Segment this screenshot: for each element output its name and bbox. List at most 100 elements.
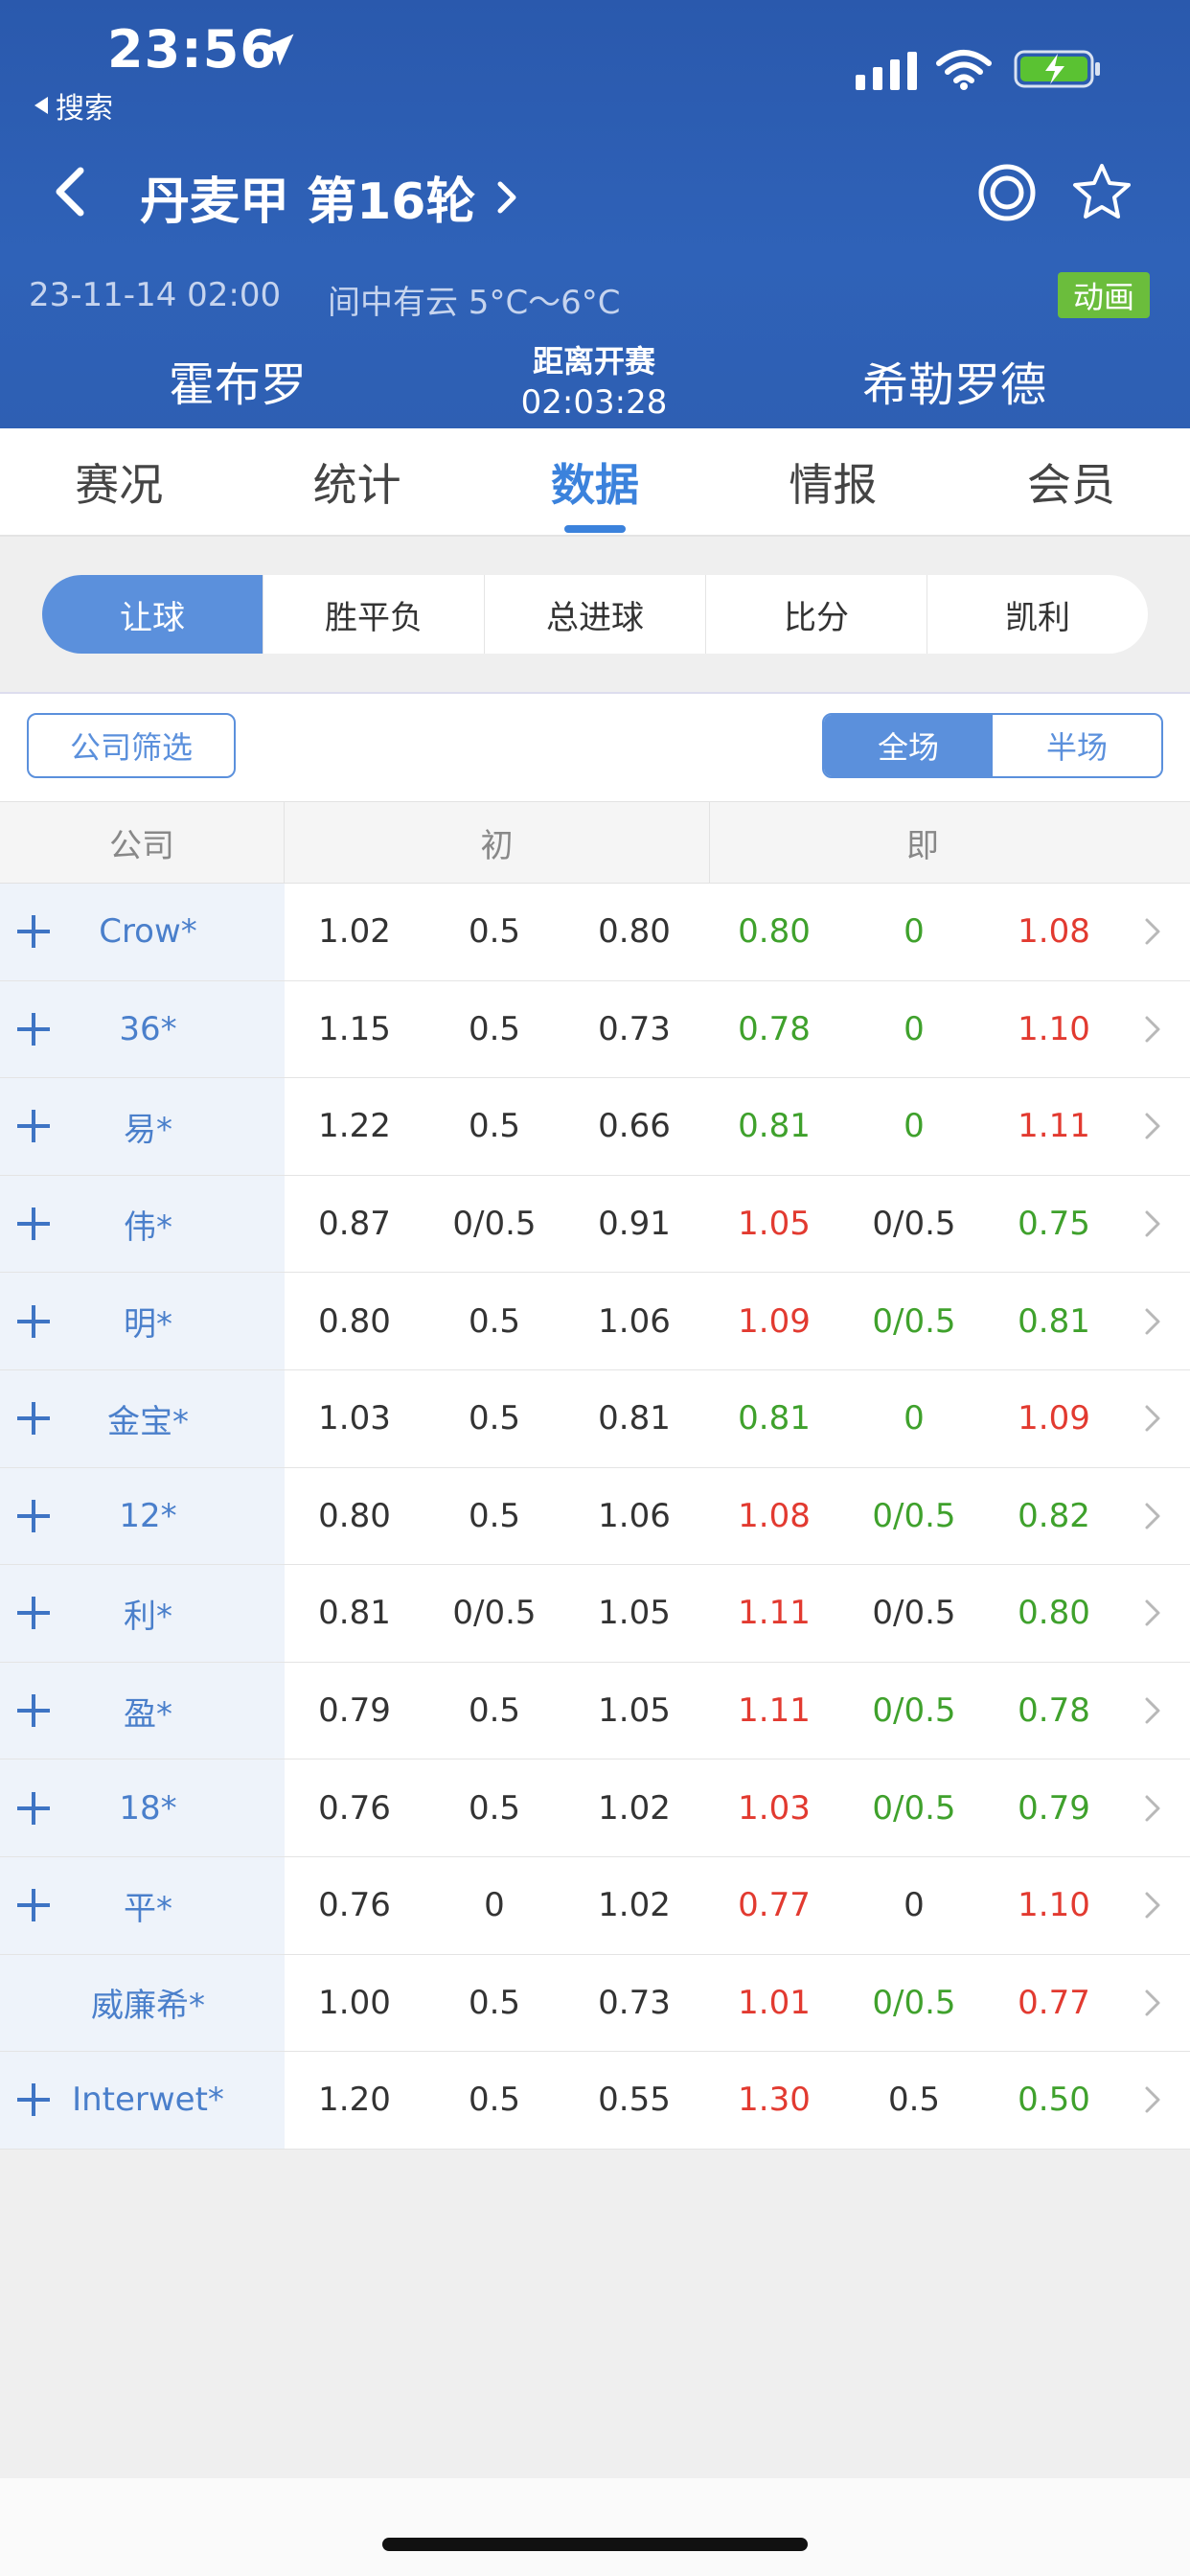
company-filter-button[interactable]: 公司筛选: [27, 713, 236, 778]
chevron-right-icon: [1145, 1892, 1160, 1919]
live-away-odds: 0.81: [1018, 1301, 1090, 1341]
location-arrow-icon: [262, 34, 294, 66]
company-cell[interactable]: Crow*: [0, 884, 285, 980]
tab-stats[interactable]: 统计: [238, 428, 475, 535]
animation-button[interactable]: 动画: [1058, 272, 1150, 318]
init-handicap: 0.5: [468, 1983, 521, 2022]
league-round-title[interactable]: 丹麦甲 第16轮: [140, 161, 521, 233]
row-detail-button[interactable]: [1124, 1302, 1181, 1341]
table-row[interactable]: 威廉希* 1.00 0.5 0.73 1.01 0/0.5 0.77: [0, 1954, 1190, 2053]
company-cell[interactable]: Interwet*: [0, 2052, 285, 2149]
live-handicap: 0: [904, 1399, 925, 1438]
chevron-right-icon: [1145, 2086, 1160, 2113]
init-away-odds: 1.06: [598, 1301, 671, 1341]
odds-cells: 0.76 0 1.02 0.77 0 1.10: [285, 1856, 1190, 1954]
weather-info: 间中有云 5°C～6°C: [328, 284, 621, 322]
company-cell[interactable]: 明*: [0, 1273, 285, 1369]
odds-cells: 1.20 0.5 0.55 1.30 0.5 0.50: [285, 2052, 1190, 2149]
live-home-odds: 0.77: [738, 1886, 811, 1925]
home-indicator[interactable]: [382, 2538, 808, 2551]
row-detail-button[interactable]: [1124, 1010, 1181, 1048]
tab-member[interactable]: 会员: [952, 428, 1190, 535]
plus-icon[interactable]: [15, 913, 52, 950]
company-cell[interactable]: 18*: [0, 1760, 285, 1856]
tab-live[interactable]: 赛况: [0, 428, 238, 535]
company-cell[interactable]: 12*: [0, 1467, 285, 1565]
plus-icon[interactable]: [15, 1206, 52, 1242]
table-row[interactable]: Crow* 1.02 0.5 0.80 0.80 0 1.08: [0, 884, 1190, 981]
init-handicap: 0.5: [468, 1691, 521, 1731]
table-row[interactable]: 明* 0.80 0.5 1.06 1.09 0/0.5 0.81: [0, 1273, 1190, 1370]
table-row[interactable]: 36* 1.15 0.5 0.73 0.78 0 1.10: [0, 980, 1190, 1079]
row-detail-button[interactable]: [1124, 1497, 1181, 1535]
row-detail-button[interactable]: [1124, 1691, 1181, 1730]
back-to-search[interactable]: 搜索: [34, 84, 113, 126]
chevron-right-icon: [1145, 1599, 1160, 1626]
table-row[interactable]: 盈* 0.79 0.5 1.05 1.11 0/0.5 0.78: [0, 1662, 1190, 1760]
plus-icon[interactable]: [15, 1011, 52, 1047]
company-cell[interactable]: 平*: [0, 1856, 285, 1954]
row-detail-button[interactable]: [1124, 1205, 1181, 1243]
init-home-odds: 1.15: [318, 1009, 391, 1048]
row-detail-button[interactable]: [1124, 1789, 1181, 1828]
row-detail-button[interactable]: [1124, 1886, 1181, 1924]
bet-type-kelly[interactable]: 凯利: [927, 575, 1148, 654]
company-cell[interactable]: 金宝*: [0, 1369, 285, 1467]
tab-data[interactable]: 数据: [476, 428, 714, 535]
init-away-odds: 1.05: [598, 1691, 671, 1731]
bet-type-handicap[interactable]: 让球: [42, 575, 263, 654]
table-row[interactable]: 伟* 0.87 0/0.5 0.91 1.05 0/0.5 0.75: [0, 1175, 1190, 1274]
half-time-toggle[interactable]: 半场: [993, 715, 1161, 776]
plus-icon[interactable]: [15, 2082, 52, 2118]
odds-cells: 1.22 0.5 0.66 0.81 0 1.11: [285, 1078, 1190, 1175]
company-cell[interactable]: 易*: [0, 1078, 285, 1175]
row-detail-button[interactable]: [1124, 2081, 1181, 2119]
tab-intel[interactable]: 情报: [714, 428, 951, 535]
chevron-right-icon: [1145, 1795, 1160, 1822]
init-away-odds: 1.05: [598, 1594, 671, 1633]
chevron-right-icon: [1145, 1990, 1160, 2016]
plus-icon[interactable]: [15, 1400, 52, 1437]
plus-icon[interactable]: [15, 1595, 52, 1631]
row-detail-button[interactable]: [1124, 1107, 1181, 1145]
company-cell[interactable]: 36*: [0, 980, 285, 1078]
plus-icon[interactable]: [15, 1790, 52, 1827]
table-row[interactable]: 平* 0.76 0 1.02 0.77 0 1.10: [0, 1856, 1190, 1955]
company-cell[interactable]: 盈*: [0, 1662, 285, 1760]
table-row[interactable]: 金宝* 1.03 0.5 0.81 0.81 0 1.09: [0, 1369, 1190, 1468]
company-cell[interactable]: 威廉希*: [0, 1954, 285, 2052]
plus-icon[interactable]: [15, 1108, 52, 1144]
star-icon[interactable]: [1071, 161, 1133, 222]
live-handicap: 0/0.5: [872, 1205, 956, 1244]
header-initial: 初: [285, 802, 710, 883]
live-handicap: 0: [904, 912, 925, 952]
bet-type-1x2[interactable]: 胜平负: [263, 575, 485, 654]
back-button[interactable]: [48, 163, 92, 220]
chevron-right-icon: [1145, 1697, 1160, 1724]
bet-type-total-goals[interactable]: 总进球: [485, 575, 706, 654]
plus-icon[interactable]: [15, 1887, 52, 1923]
plus-icon[interactable]: [15, 1498, 52, 1534]
plus-icon[interactable]: [15, 1692, 52, 1729]
table-row[interactable]: 利* 0.81 0/0.5 1.05 1.11 0/0.5 0.80: [0, 1565, 1190, 1663]
plus-icon[interactable]: [15, 1303, 52, 1340]
row-detail-button[interactable]: [1124, 1594, 1181, 1632]
table-row[interactable]: Interwet* 1.20 0.5 0.55 1.30 0.5 0.50: [0, 2052, 1190, 2150]
target-icon[interactable]: [977, 163, 1037, 222]
row-detail-button[interactable]: [1124, 1399, 1181, 1438]
company-cell[interactable]: 伟*: [0, 1175, 285, 1273]
away-team-name[interactable]: 希勒罗德: [862, 347, 1046, 414]
home-team-name[interactable]: 霍布罗: [169, 347, 307, 414]
table-row[interactable]: 18* 0.76 0.5 1.02 1.03 0/0.5 0.79: [0, 1760, 1190, 1857]
company-cell[interactable]: 利*: [0, 1565, 285, 1662]
table-row[interactable]: 易* 1.22 0.5 0.66 0.81 0 1.11: [0, 1078, 1190, 1176]
table-row[interactable]: 12* 0.80 0.5 1.06 1.08 0/0.5 0.82: [0, 1467, 1190, 1566]
init-handicap: 0.5: [468, 2081, 521, 2120]
init-home-odds: 1.22: [318, 1107, 391, 1146]
init-away-odds: 0.66: [598, 1107, 671, 1146]
full-time-toggle[interactable]: 全场: [824, 715, 993, 776]
row-detail-button[interactable]: [1124, 1984, 1181, 2022]
bet-type-score[interactable]: 比分: [706, 575, 927, 654]
row-detail-button[interactable]: [1124, 912, 1181, 951]
table-header: 公司 初 即: [0, 801, 1190, 884]
